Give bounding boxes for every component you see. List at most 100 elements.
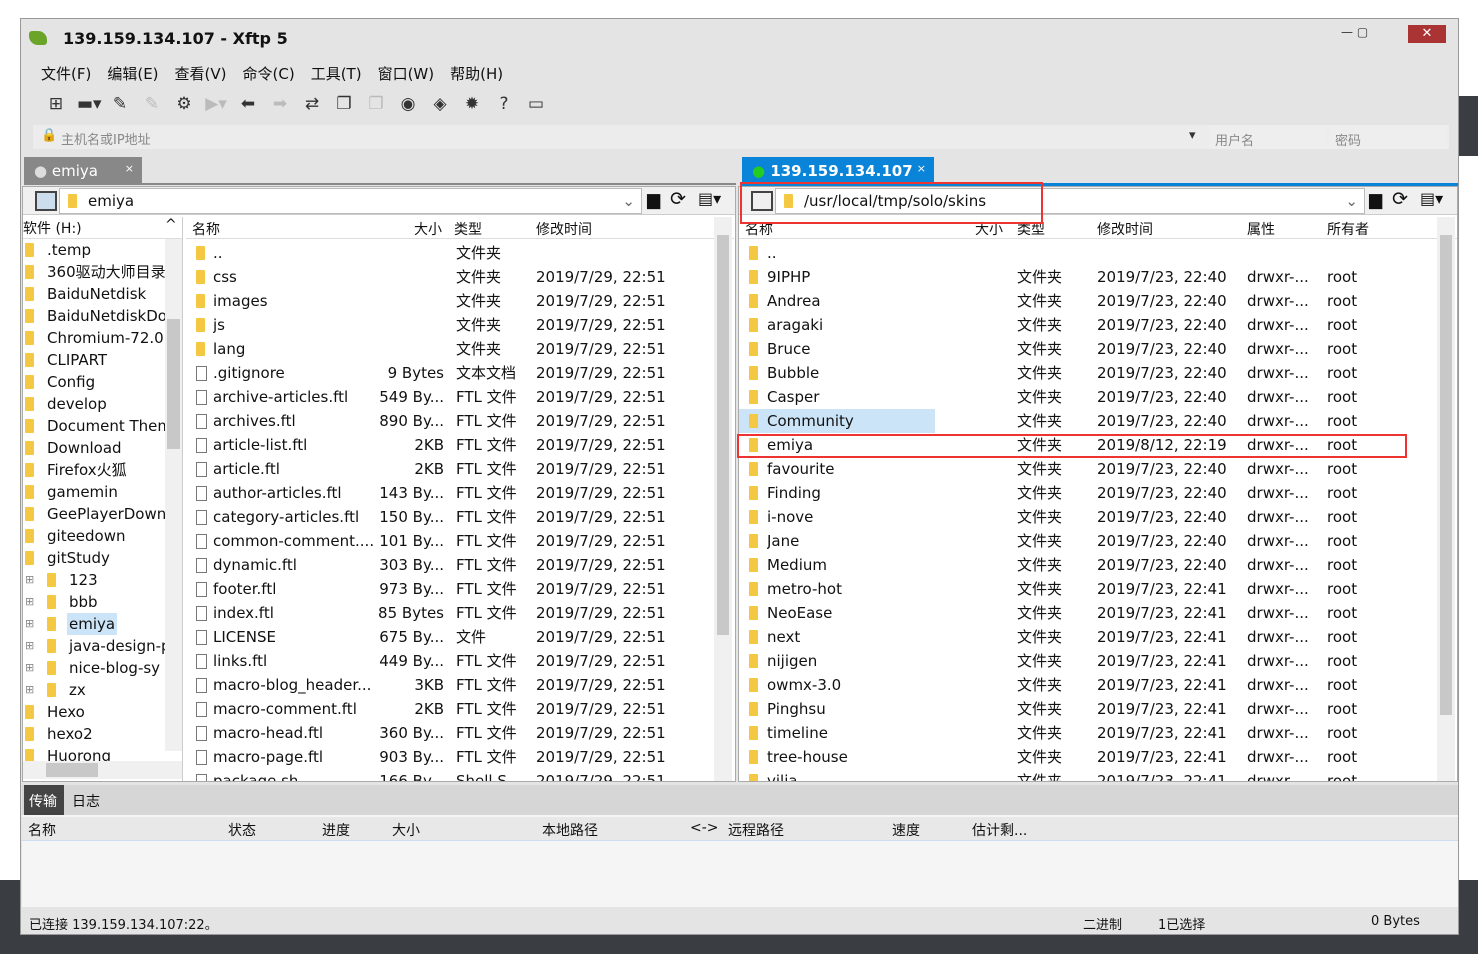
transfer-column-5[interactable]: <-> (690, 820, 719, 836)
remote-path-input[interactable]: /usr/local/tmp/solo/skins ⌄ (775, 188, 1365, 214)
tree-item[interactable]: 360驱动大师目录 (23, 261, 166, 283)
chat-icon[interactable]: ▭ (525, 93, 547, 115)
help-icon[interactable]: ? (493, 93, 515, 115)
transfer-column-4[interactable]: 本地路径 (542, 820, 598, 840)
file-row[interactable]: dynamic.ftl 303 By... FTL 文件 2019/7/29, 22:… (186, 553, 714, 577)
column-header-4[interactable]: 属性 (1247, 219, 1275, 239)
file-row[interactable]: archives.ftl 890 By... FTL 文件 2019/7/29, 22… (186, 409, 714, 433)
folder-row[interactable]: Bubble 文件夹 2019/7/23, 22:40 drwxr-... root (739, 361, 1437, 385)
tree-item[interactable]: gitStudy (23, 547, 165, 569)
tree-item[interactable]: ⊞ zx (23, 679, 165, 701)
username-input[interactable]: 用户名 (1209, 125, 1327, 149)
file-row[interactable]: LICENSE 675 By... 文件 2019/7/29, 22:51 (186, 625, 714, 649)
transfer-column-7[interactable]: 速度 (892, 820, 920, 840)
expand-icon[interactable]: ⊞ (25, 635, 34, 657)
folder-row[interactable]: Finding 文件夹 2019/7/23, 22:40 drwxr-... root (739, 481, 1437, 505)
tree-item[interactable]: Download (23, 437, 165, 459)
host-input[interactable]: 主机名或IP地址 (61, 129, 151, 148)
column-header-0[interactable]: 名称 (192, 219, 220, 239)
tree-item[interactable]: Firefox火狐 (23, 459, 165, 481)
folder-row[interactable]: Medium 文件夹 2019/7/23, 22:40 drwxr-... root (739, 553, 1437, 577)
connect-icon[interactable]: ✎ (109, 93, 131, 115)
tree-item[interactable]: gamemin (23, 481, 165, 503)
transfer-icon[interactable]: ▶▾ (205, 93, 227, 115)
copy-icon[interactable]: ❐ (333, 93, 355, 115)
file-row[interactable]: css 文件夹 2019/7/29, 22:51 (186, 265, 714, 289)
password-input[interactable]: 密码 (1329, 125, 1447, 149)
transfer-column-6[interactable]: 远程路径 (728, 820, 784, 840)
tree-item[interactable]: ⊞ emiya (23, 613, 165, 635)
transfer-column-1[interactable]: 状态 (228, 820, 256, 840)
column-header-1[interactable]: 大小 (414, 219, 442, 239)
local-path-input[interactable]: emiya ⌄ (59, 188, 642, 214)
file-row[interactable]: index.ftl 85 Bytes FTL 文件 2019/7/29, 22:51 (186, 601, 714, 625)
folder-row[interactable]: aragaki 文件夹 2019/7/23, 22:40 drwxr-... root (739, 313, 1437, 337)
tab-close-icon[interactable]: × (125, 162, 134, 175)
tree-item[interactable]: develop (23, 393, 165, 415)
file-row[interactable]: macro-comment.ftl 2KB FTL 文件 2019/7/29, 22:… (186, 697, 714, 721)
menu-item-5[interactable]: 窗口(W) (378, 63, 435, 84)
parent-folder-icon[interactable]: ▆ (647, 190, 660, 210)
view-mode-icon[interactable]: ▤▾ (698, 189, 721, 208)
minimize-maximize-buttons[interactable]: — ▢ (1341, 25, 1368, 39)
tab-log[interactable]: 日志 (72, 791, 100, 811)
folder-row[interactable]: next 文件夹 2019/7/23, 22:41 drwxr-... root (739, 625, 1437, 649)
folder-row[interactable]: i-nove 文件夹 2019/7/23, 22:40 drwxr-... root (739, 505, 1437, 529)
folder-row[interactable]: Andrea 文件夹 2019/7/23, 22:40 drwxr-... root (739, 289, 1437, 313)
transfer-column-3[interactable]: 大小 (392, 820, 420, 840)
xshell-icon[interactable]: ◉ (397, 93, 419, 115)
menu-item-3[interactable]: 命令(C) (243, 63, 295, 84)
menu-item-0[interactable]: 文件(F) (41, 63, 91, 84)
menu-item-2[interactable]: 查看(V) (175, 63, 227, 84)
refresh-icon[interactable]: ⟳ (670, 188, 686, 210)
column-header-3[interactable]: 修改时间 (536, 219, 592, 239)
expand-icon[interactable]: ⊞ (25, 569, 34, 591)
folder-row[interactable]: nijigen 文件夹 2019/7/23, 22:41 drwxr-... root (739, 649, 1437, 673)
file-row[interactable]: common-comment.... 101 By... FTL 文件 2019/7/… (186, 529, 714, 553)
remote-list-scrollbar[interactable] (1437, 217, 1455, 781)
column-header-2[interactable]: 类型 (1017, 219, 1045, 239)
file-row[interactable]: links.ftl 449 By... FTL 文件 2019/7/29, 22:51 (186, 649, 714, 673)
folder-row[interactable]: .. (739, 241, 1437, 265)
file-row[interactable]: author-articles.ftl 143 By... FTL 文件 2019/7… (186, 481, 714, 505)
transfer-column-0[interactable]: 名称 (28, 820, 56, 840)
tab-transfer[interactable]: 传输 (24, 785, 64, 815)
file-row[interactable]: js 文件夹 2019/7/29, 22:51 (186, 313, 714, 337)
file-row[interactable]: footer.ftl 973 By... FTL 文件 2019/7/29, 22:5… (186, 577, 714, 601)
file-row[interactable]: lang 文件夹 2019/7/29, 22:51 (186, 337, 714, 361)
file-row[interactable]: category-articles.ftl 150 By... FTL 文件 2019… (186, 505, 714, 529)
toggle-tree-icon[interactable] (35, 191, 57, 211)
tree-item[interactable]: Hexo (23, 701, 165, 723)
local-list-scrollbar[interactable] (714, 217, 732, 781)
folder-row[interactable]: Casper 文件夹 2019/7/23, 22:40 drwxr-... root (739, 385, 1437, 409)
column-header-3[interactable]: 修改时间 (1097, 219, 1153, 239)
scroll-up-icon[interactable]: ^ (165, 217, 177, 233)
tree-item[interactable]: BaiduNetdiskDo (23, 305, 167, 327)
tab-local-emiya[interactable]: ● emiya × (24, 157, 142, 185)
folder-row[interactable]: Bruce 文件夹 2019/7/23, 22:40 drwxr-... root (739, 337, 1437, 361)
refresh-icon[interactable]: ⟳ (1392, 188, 1408, 210)
column-header-0[interactable]: 名称 (745, 219, 773, 239)
tree-item[interactable]: hexo2 (23, 723, 165, 745)
open-folder-icon[interactable]: ▬▾ (77, 93, 102, 115)
sync-icon[interactable]: ⇄ (301, 93, 323, 115)
file-row[interactable]: images 文件夹 2019/7/29, 22:51 (186, 289, 714, 313)
tree-item[interactable]: CLIPART (23, 349, 165, 371)
folder-row[interactable]: timeline 文件夹 2019/7/23, 22:41 drwxr-... root (739, 721, 1437, 745)
tree-item[interactable]: ⊞ nice-blog-sy (23, 657, 165, 679)
tab-close-icon[interactable]: × (917, 162, 926, 175)
properties-icon[interactable]: ⚙ (173, 93, 195, 115)
host-dropdown-icon[interactable]: ▾ (1189, 128, 1196, 143)
file-row[interactable]: macro-blog_header... 3KB FTL 文件 2019/7/29, … (186, 673, 714, 697)
toggle-tree-icon[interactable] (751, 191, 773, 211)
file-row[interactable]: .gitignore 9 Bytes 文本文档 2019/7/29, 22:51 (186, 361, 714, 385)
tree-item[interactable]: ⊞ bbb (23, 591, 165, 613)
forward-icon[interactable]: ➡ (269, 93, 291, 115)
transfer-column-8[interactable]: 估计剩... (972, 820, 1027, 840)
folder-row[interactable]: emiya 文件夹 2019/8/12, 22:19 drwxr-... root (739, 433, 1437, 457)
folder-row[interactable]: tree-house 文件夹 2019/7/23, 22:41 drwxr-... ro… (739, 745, 1437, 769)
tree-item[interactable]: BaiduNetdisk (23, 283, 165, 305)
column-header-2[interactable]: 类型 (454, 219, 482, 239)
tree-item[interactable]: ⊞ 123 (23, 569, 165, 591)
tree-item[interactable]: Chromium-72.0. (23, 327, 168, 349)
